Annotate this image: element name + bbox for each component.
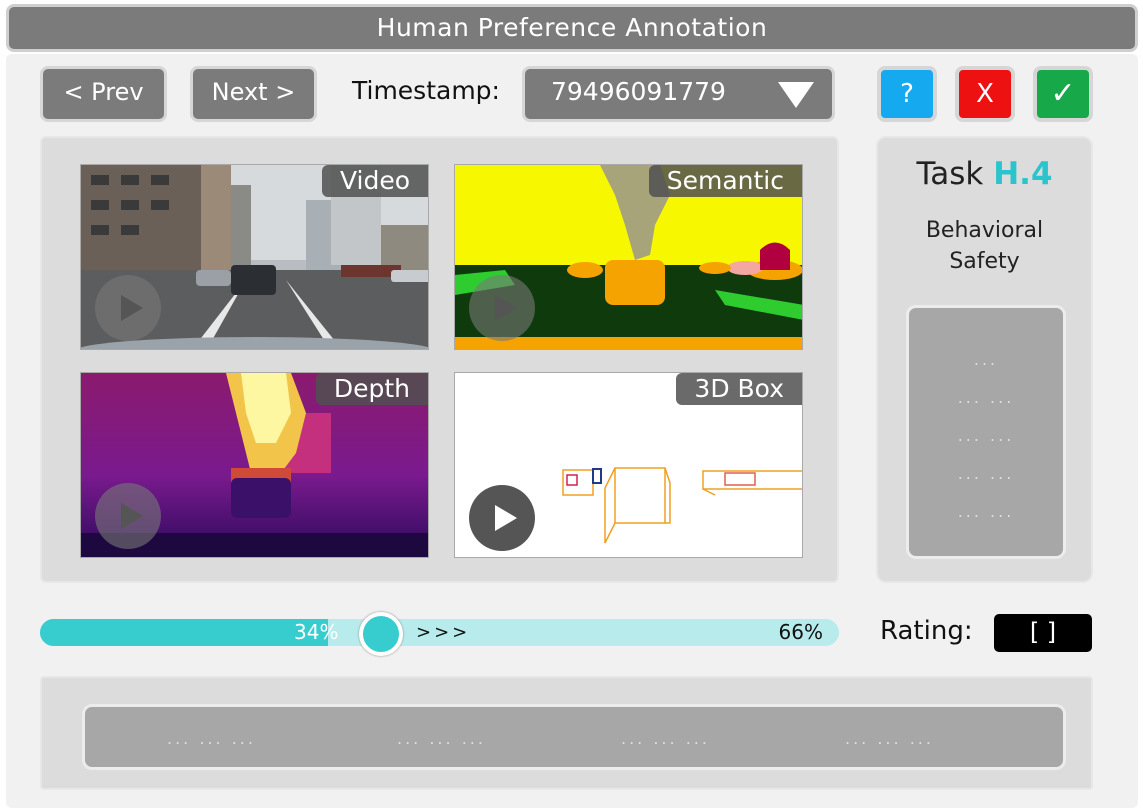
depth-view[interactable]: Depth xyxy=(80,372,429,558)
play-icon[interactable] xyxy=(469,485,535,551)
next-button[interactable]: Next > xyxy=(190,66,317,122)
video-view[interactable]: Video xyxy=(80,164,429,350)
task-description-line2: Safety xyxy=(949,249,1020,274)
task-description-line1: Behavioral xyxy=(925,218,1044,243)
semantic-view[interactable]: Semantic xyxy=(454,164,803,350)
3d-box-view[interactable]: 3D Box xyxy=(454,372,803,558)
preference-slider[interactable]: 34% >>> 66% xyxy=(40,619,839,646)
slider-right-percent: 66% xyxy=(778,620,823,644)
slider-fill xyxy=(40,619,328,646)
rating-label: Rating: xyxy=(880,616,973,646)
task-panel: Task H.4 Behavioral Safety ... ... ... .… xyxy=(876,136,1093,583)
placeholder-dots: ... ... ... xyxy=(845,729,934,748)
prev-button[interactable]: < Prev xyxy=(40,66,167,122)
semantic-label: Semantic xyxy=(648,165,802,197)
play-icon[interactable] xyxy=(95,275,161,341)
help-button[interactable]: ? xyxy=(877,66,937,122)
placeholder-dots: ... ... xyxy=(957,426,1015,445)
task-description: Behavioral Safety xyxy=(878,215,1091,277)
comment-box[interactable]: ... ... ... ... ... ... ... ... ... ... … xyxy=(82,704,1066,770)
accept-button[interactable]: ✓ xyxy=(1033,66,1093,122)
placeholder-dots: ... ... ... xyxy=(167,729,256,748)
placeholder-dots: ... xyxy=(973,350,999,369)
timestamp-dropdown[interactable]: 79496091779 xyxy=(522,66,835,122)
views-panel: Video Semantic Depth 3D Box xyxy=(40,136,839,583)
depth-label: Depth xyxy=(315,373,428,405)
task-id: H.4 xyxy=(993,156,1053,192)
placeholder-dots: ... ... xyxy=(957,464,1015,483)
dropdown-triangle-icon[interactable] xyxy=(778,82,814,108)
task-prefix: Task xyxy=(916,156,984,192)
placeholder-dots: ... ... ... xyxy=(621,729,710,748)
placeholder-dots: ... ... ... xyxy=(397,729,486,748)
window-title: Human Preference Annotation xyxy=(6,4,1138,52)
task-details-box: ... ... ... ... ... ... ... ... ... xyxy=(906,305,1066,559)
timestamp-value: 79496091779 xyxy=(551,77,726,106)
play-icon[interactable] xyxy=(95,483,161,549)
bottom-panel: ... ... ... ... ... ... ... ... ... ... … xyxy=(40,676,1093,790)
play-icon[interactable] xyxy=(469,275,535,341)
timestamp-label: Timestamp: xyxy=(352,76,500,105)
reject-button[interactable]: X xyxy=(955,66,1015,122)
placeholder-dots: ... ... xyxy=(957,388,1015,407)
rating-input[interactable]: [ ] xyxy=(994,614,1092,652)
video-label: Video xyxy=(321,165,428,197)
placeholder-dots: ... ... xyxy=(957,502,1015,521)
slider-thumb[interactable] xyxy=(359,612,403,656)
slider-arrows: >>> xyxy=(416,622,471,643)
task-title: Task H.4 xyxy=(878,156,1091,192)
3d-box-label: 3D Box xyxy=(676,373,802,405)
slider-left-percent: 34% xyxy=(294,620,339,644)
